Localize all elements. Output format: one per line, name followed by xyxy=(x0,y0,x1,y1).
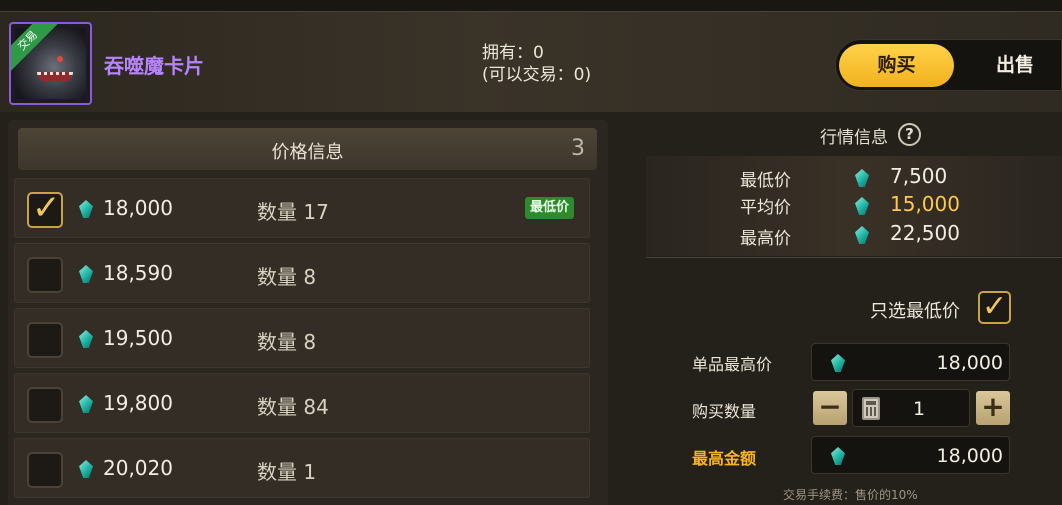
avg-price-value: 15,000 xyxy=(890,192,960,216)
checkmark-icon: ✓ xyxy=(32,188,61,228)
row-checkbox[interactable]: ✓ xyxy=(27,188,63,228)
price-row[interactable]: 19,800 数量 84 xyxy=(14,373,590,433)
item-header: 交易 吞噬魔卡片 拥有：0 (可以交易：0) 购买 出售 xyxy=(0,12,1062,112)
unit-max-price-field[interactable]: 18,000 xyxy=(811,343,1010,381)
max-total-value: 18,000 xyxy=(936,445,1003,467)
row-quantity: 数量 17 xyxy=(257,200,329,224)
crystal-gem-icon xyxy=(831,447,845,465)
row-price: 19,500 xyxy=(103,326,173,350)
quantity-input[interactable]: 1 xyxy=(852,389,970,427)
price-row[interactable]: 19,500 数量 8 xyxy=(14,308,590,368)
row-quantity: 数量 8 xyxy=(257,265,317,289)
min-price-value: 7,500 xyxy=(890,164,948,188)
tradable-line: (可以交易：0) xyxy=(482,65,592,85)
crystal-gem-icon xyxy=(79,265,93,283)
calculator-icon[interactable] xyxy=(862,397,880,420)
row-checkbox[interactable] xyxy=(27,257,63,293)
max-total-field[interactable]: 18,000 xyxy=(811,436,1010,474)
price-list-panel: 价格信息 3 ✓ 18,000 数量 17 最低价 18,590 数量 8 19,500 数量… xyxy=(8,120,608,505)
row-checkbox[interactable] xyxy=(27,322,63,358)
price-list-title: 价格信息 xyxy=(271,142,344,163)
price-row[interactable]: ✓ 18,000 数量 17 最低价 xyxy=(14,178,590,238)
crystal-gem-icon xyxy=(79,460,93,478)
item-name: 吞噬魔卡片 xyxy=(104,54,204,78)
divider xyxy=(646,257,1062,258)
price-list-header: 价格信息 3 xyxy=(18,128,597,170)
crystal-gem-icon xyxy=(79,395,93,413)
crystal-gem-icon xyxy=(855,226,869,244)
max-total-label: 最高金额 xyxy=(692,449,757,468)
buy-sell-toggle: 购买 出售 xyxy=(835,39,1062,91)
increase-quantity-button[interactable]: + xyxy=(976,391,1010,425)
checkmark-icon: ✓ xyxy=(982,289,1008,324)
crystal-gem-icon xyxy=(831,354,845,372)
only-lowest-checkbox[interactable]: ✓ xyxy=(978,289,1011,324)
price-list-count: 3 xyxy=(571,136,585,161)
row-price: 18,000 xyxy=(103,196,173,220)
crystal-gem-icon xyxy=(79,200,93,218)
quantity-label: 购买数量 xyxy=(692,402,757,421)
top-bar xyxy=(0,0,1062,12)
monster-mouth xyxy=(37,72,73,82)
price-row[interactable]: 20,020 数量 1 xyxy=(14,438,590,498)
crystal-gem-icon xyxy=(79,330,93,348)
market-info-title: 行情信息 xyxy=(820,128,888,148)
fee-note: 交易手续费：售价的10% xyxy=(783,488,918,502)
price-row[interactable]: 18,590 数量 8 xyxy=(14,243,590,303)
row-checkbox[interactable] xyxy=(27,387,63,423)
crystal-gem-icon xyxy=(855,169,869,187)
quantity-value: 1 xyxy=(913,398,926,420)
avg-price-label: 平均价 xyxy=(740,198,791,218)
market-info-box: 最低价 7,500 平均价 15,000 最高价 22,500 xyxy=(646,156,1062,256)
unit-max-price-label: 单品最高价 xyxy=(692,355,773,374)
row-price: 20,020 xyxy=(103,456,173,480)
max-price-value: 22,500 xyxy=(890,221,960,245)
crystal-gem-icon xyxy=(855,197,869,215)
owned-line: 拥有：0 xyxy=(482,43,544,63)
row-quantity: 数量 84 xyxy=(257,395,329,419)
only-lowest-label: 只选最低价 xyxy=(870,301,960,322)
row-price: 19,800 xyxy=(103,391,173,415)
lowest-price-badge: 最低价 xyxy=(525,197,575,219)
monster-eye xyxy=(57,56,63,62)
row-price: 18,590 xyxy=(103,261,173,285)
row-quantity: 数量 1 xyxy=(257,460,317,484)
max-price-label: 最高价 xyxy=(740,229,791,249)
row-checkbox[interactable] xyxy=(27,452,63,488)
help-icon[interactable]: ? xyxy=(898,123,921,146)
row-quantity: 数量 8 xyxy=(257,330,317,354)
item-card-icon[interactable]: 交易 xyxy=(9,22,92,105)
decrease-quantity-button[interactable]: − xyxy=(813,391,847,425)
unit-max-price-value: 18,000 xyxy=(936,352,1003,374)
owned-count: 拥有：0 (可以交易：0) xyxy=(482,42,591,86)
sell-tab[interactable]: 出售 xyxy=(996,44,1056,87)
buy-tab[interactable]: 购买 xyxy=(839,44,954,87)
min-price-label: 最低价 xyxy=(740,171,791,191)
